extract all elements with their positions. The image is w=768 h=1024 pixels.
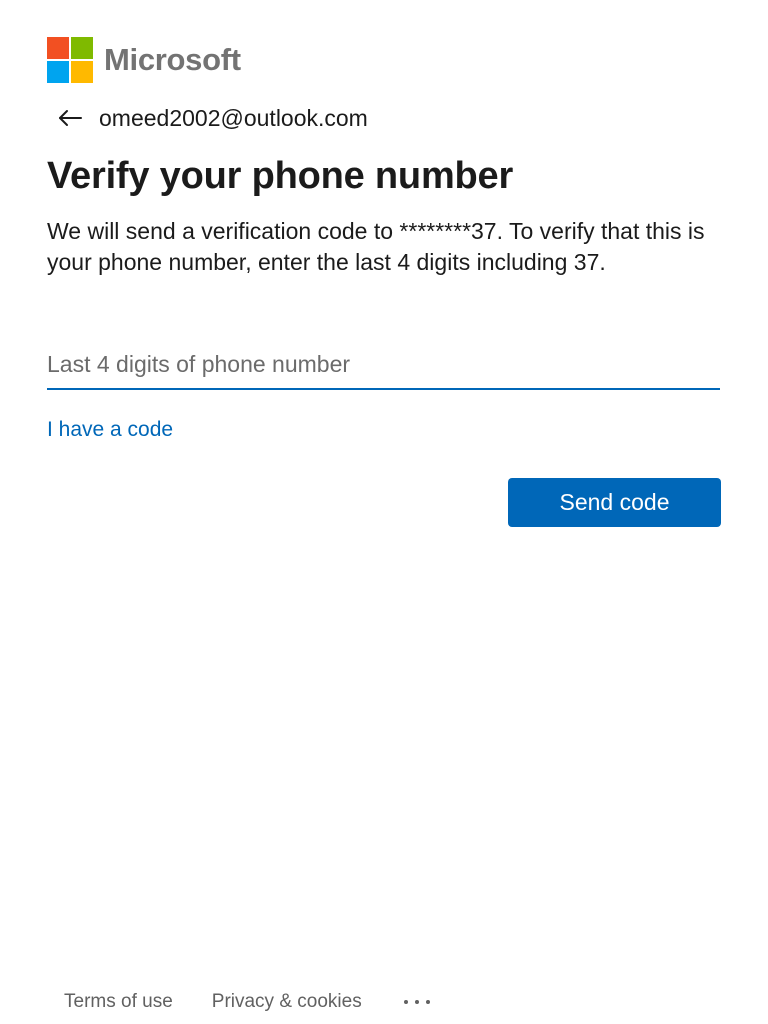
account-email: omeed2002@outlook.com [99,104,368,131]
logo-yellow-square [71,61,93,83]
privacy-cookies-link[interactable]: Privacy & cookies [212,991,362,1013]
logo-green-square [71,37,93,59]
dot [403,1000,408,1004]
dot [414,1000,419,1004]
sign-in-page: Microsoft omeed2002@outlook.com Verify y… [0,0,768,1024]
identity-banner: omeed2002@outlook.com [56,100,368,136]
verification-description: We will send a verification code to ****… [47,218,705,275]
send-code-button[interactable]: Send code [508,478,721,527]
page-title: Verify your phone number [47,155,514,197]
brand-name: Microsoft [104,42,241,77]
microsoft-logo [47,37,93,83]
back-arrow-icon[interactable] [56,104,84,132]
phone-digits-input[interactable] [47,340,720,390]
footer: Terms of use Privacy & cookies [64,990,430,1014]
terms-of-use-link[interactable]: Terms of use [64,991,173,1013]
more-options-icon[interactable] [403,990,430,1014]
logo-blue-square [47,61,69,83]
logo-red-square [47,37,69,59]
dot [425,1000,430,1004]
microsoft-brand: Microsoft [47,37,241,83]
have-code-link[interactable]: I have a code [47,418,173,442]
